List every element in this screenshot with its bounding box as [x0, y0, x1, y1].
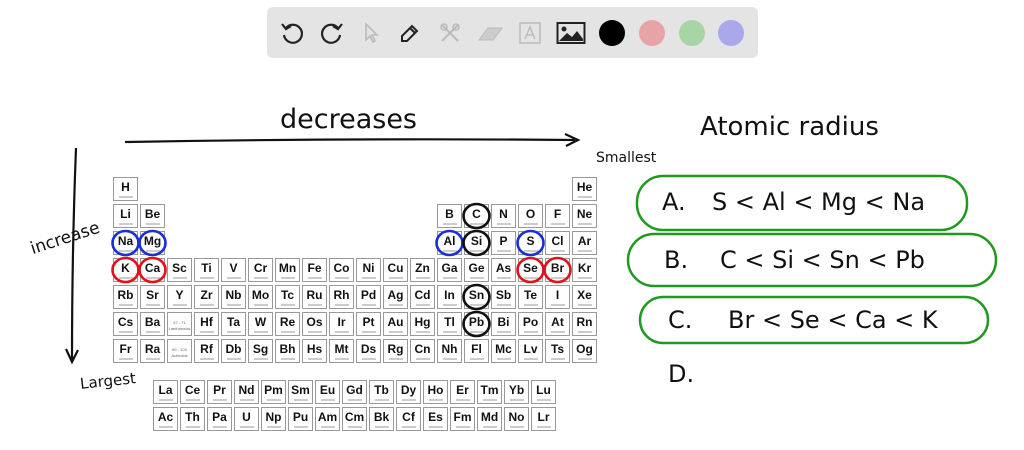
circle-ca	[138, 256, 167, 284]
circle-c	[462, 202, 491, 230]
circle-se	[516, 256, 545, 284]
circle-mg	[138, 229, 167, 257]
circle-k	[111, 256, 140, 284]
circle-sn	[462, 283, 491, 311]
decreases-label: decreases	[280, 104, 418, 135]
atomic-radius-title: Atomic radius	[700, 112, 879, 142]
answer-a-label: A.	[662, 188, 686, 216]
circle-na	[111, 229, 140, 257]
circle-pb	[462, 310, 491, 338]
circle-s	[516, 229, 545, 257]
circle-br	[543, 256, 572, 284]
decreases-arrow	[124, 133, 581, 147]
answer-d-label: D.	[668, 360, 695, 388]
answer-c-text: Br < Se < Ca < K	[728, 306, 938, 334]
answer-b-text: C < Si < Sn < Pb	[720, 246, 925, 274]
smallest-label: Smallest	[596, 150, 657, 166]
increase-arrow	[65, 147, 79, 365]
circle-al	[435, 229, 464, 257]
answer-b-label: B.	[664, 246, 689, 274]
answer-c-label: C.	[668, 306, 693, 334]
annotation-layer	[65, 133, 998, 365]
circle-si	[462, 229, 491, 257]
answer-a-text: S < Al < Mg < Na	[712, 188, 926, 216]
